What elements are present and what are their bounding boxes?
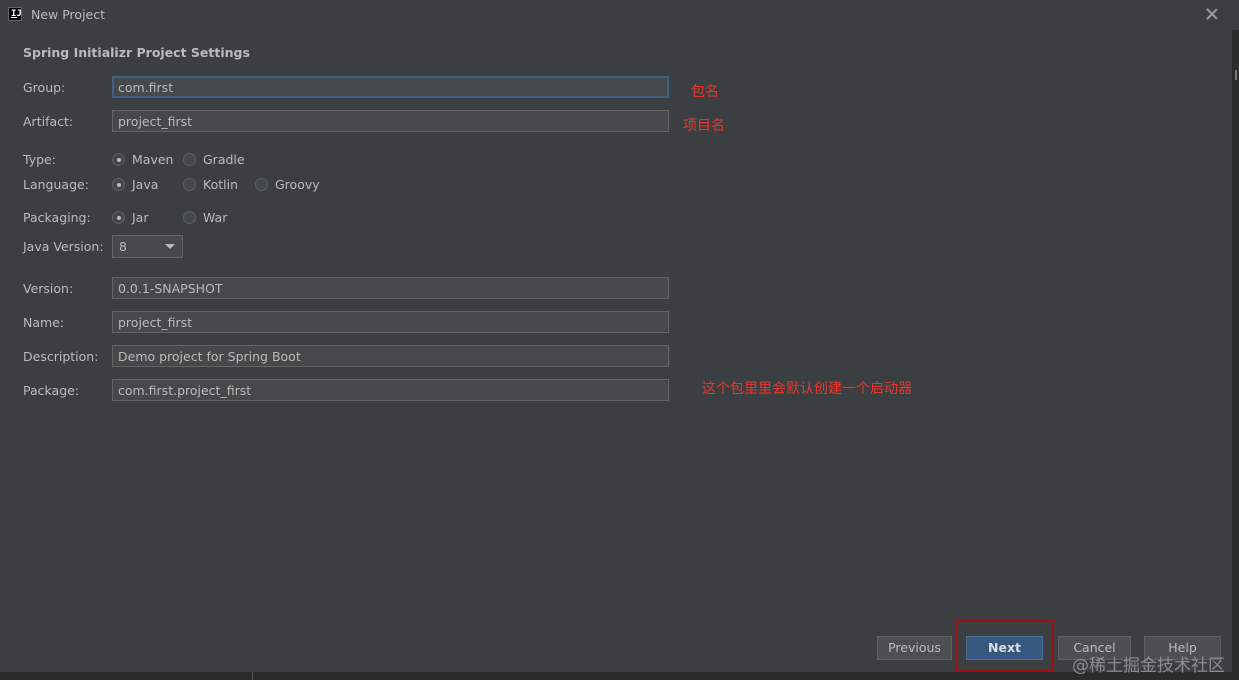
window-title: New Project xyxy=(31,7,106,22)
language-label: Language: xyxy=(23,177,89,192)
type-maven-radio[interactable]: Maven xyxy=(112,152,173,167)
radio-checked-icon xyxy=(112,153,125,166)
title-bar: IJ New Project xyxy=(0,0,1239,30)
name-label: Name: xyxy=(23,315,65,330)
radio-unchecked-icon xyxy=(255,178,268,191)
status-strip xyxy=(0,672,1239,680)
language-kotlin-radio[interactable]: Kotlin xyxy=(183,177,238,192)
intellij-icon: IJ xyxy=(8,7,22,21)
radio-label: Java xyxy=(132,177,159,192)
radio-unchecked-icon xyxy=(183,211,196,224)
radio-unchecked-icon xyxy=(183,153,196,166)
packaging-label: Packaging: xyxy=(23,210,91,225)
radio-label: Kotlin xyxy=(203,177,238,192)
artifact-label: Artifact: xyxy=(23,114,74,129)
close-icon[interactable] xyxy=(1202,4,1222,24)
radio-label: Jar xyxy=(132,210,149,225)
version-input[interactable] xyxy=(112,277,669,299)
group-annotation: 包名 xyxy=(691,84,719,100)
section-title: Spring Initializr Project Settings xyxy=(23,45,250,60)
radio-label: Groovy xyxy=(275,177,320,192)
artifact-input[interactable] xyxy=(112,110,669,132)
radio-label: War xyxy=(203,210,228,225)
radio-checked-icon xyxy=(112,178,125,191)
version-label: Version: xyxy=(23,281,74,296)
radio-label: Maven xyxy=(132,152,174,167)
packaging-war-radio[interactable]: War xyxy=(183,210,227,225)
package-input[interactable] xyxy=(112,379,669,401)
radio-label: Gradle xyxy=(203,152,245,167)
next-highlight-box xyxy=(955,620,1054,672)
radio-unchecked-icon xyxy=(183,178,196,191)
radio-checked-icon xyxy=(112,211,125,224)
group-input[interactable] xyxy=(112,76,669,98)
artifact-annotation: 项目名 xyxy=(683,118,725,134)
description-input[interactable] xyxy=(112,345,669,367)
java-version-select[interactable]: 8 xyxy=(112,235,183,258)
language-groovy-radio[interactable]: Groovy xyxy=(255,177,320,192)
type-label: Type: xyxy=(23,152,56,167)
packaging-jar-radio[interactable]: Jar xyxy=(112,210,149,225)
watermark: @稀土掘金技术社区 xyxy=(1072,656,1225,676)
package-annotation: 这个包里里会默认创建一个启动器 xyxy=(702,381,912,397)
java-version-label: Java Version: xyxy=(23,239,104,254)
description-label: Description: xyxy=(23,349,99,364)
type-gradle-radio[interactable]: Gradle xyxy=(183,152,245,167)
language-java-radio[interactable]: Java xyxy=(112,177,158,192)
window-edge xyxy=(1232,30,1239,680)
previous-button[interactable]: Previous xyxy=(877,636,952,660)
package-label: Package: xyxy=(23,383,80,398)
group-label: Group: xyxy=(23,80,66,95)
name-input[interactable] xyxy=(112,311,669,333)
chevron-down-icon xyxy=(165,244,175,249)
java-version-value: 8 xyxy=(119,239,127,254)
